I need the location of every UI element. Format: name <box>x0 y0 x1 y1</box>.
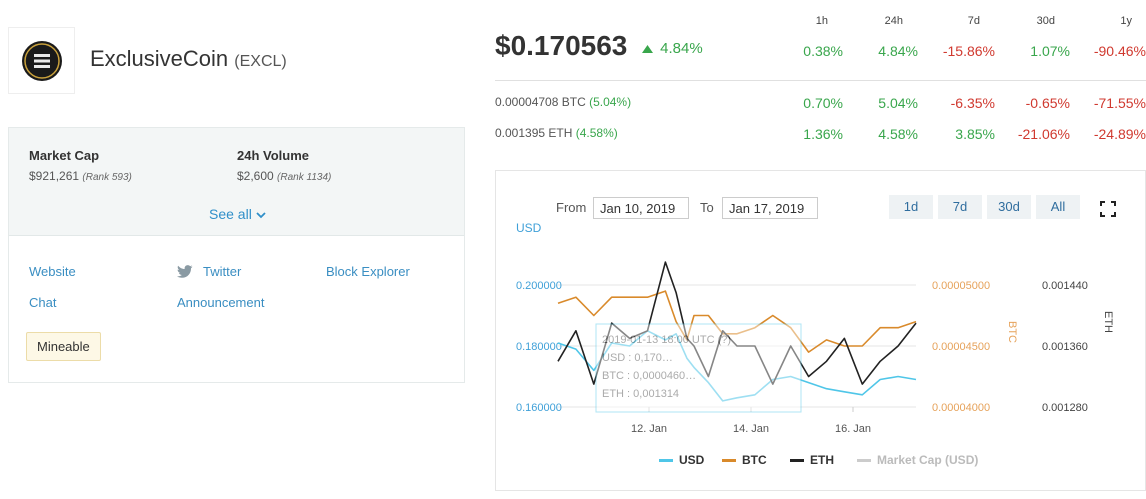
tooltip-date: 2019-01-13 18:00 UTC (?) <box>602 334 731 346</box>
tooltip-eth: ETH : 0,001314 <box>602 388 679 400</box>
chat-link[interactable]: Chat <box>29 295 56 310</box>
exclusivecoin-logo-icon <box>21 40 62 81</box>
eth-axis-title: ETH <box>1102 311 1114 333</box>
usd-tick-label: 0.200000 <box>516 280 562 292</box>
chevron-down-icon <box>256 212 266 219</box>
change-btc-1h: 0.70% <box>803 95 843 111</box>
legend-market-cap-label: Market Cap (USD) <box>877 453 979 467</box>
change-usd-1h: 0.38% <box>803 43 843 59</box>
legend-market-cap-swatch <box>857 458 871 462</box>
mineable-tag[interactable]: Mineable <box>26 332 101 361</box>
eth-tick-label: 0.001440 <box>1042 280 1088 292</box>
period-head-24h: 24h <box>884 15 903 27</box>
x-tick-label: 14. Jan <box>733 423 769 435</box>
divider <box>495 80 1146 81</box>
price-chart-panel: From To 1d 7d 30d All USD BTC ETH 0.2000… <box>495 170 1146 491</box>
legend-usd-label: USD <box>679 453 705 467</box>
usd-tick-label: 0.180000 <box>516 341 562 353</box>
twitter-link[interactable]: Twitter <box>177 264 241 279</box>
legend-usd[interactable]: USD <box>659 453 704 467</box>
btc-pair-value: 0.00004708 BTC <box>495 95 586 109</box>
market-cap-rank: (Rank 593) <box>82 172 132 183</box>
legend-btc[interactable]: BTC <box>722 453 767 467</box>
period-head-1h: 1h <box>815 15 828 27</box>
eth-pair-value: 0.001395 ETH <box>495 126 573 140</box>
volume-rank: (Rank 1134) <box>277 172 332 183</box>
x-tick-label: 12. Jan <box>631 423 667 435</box>
legend-eth-label: ETH <box>810 453 834 467</box>
eth-pair-price: 0.001395 ETH (4.58%) <box>495 126 618 140</box>
change-btc-1y: -71.55% <box>1093 95 1146 111</box>
btc-pair-change: (5.04%) <box>589 95 632 109</box>
twitter-link-label: Twitter <box>203 264 242 279</box>
x-tick-label: 16. Jan <box>835 423 871 435</box>
volume-amount: $2,600 <box>237 169 274 183</box>
see-all-link[interactable]: See all <box>209 206 266 222</box>
usd-tick-label: 0.160000 <box>516 402 562 414</box>
btc-tick-label: 0.00005000 <box>932 280 990 292</box>
change-eth-1y: -24.89% <box>1093 126 1146 142</box>
coin-name: ExclusiveCoin <box>90 46 229 71</box>
coin-logo <box>8 27 75 94</box>
legend-market-cap[interactable]: Market Cap (USD) <box>857 453 978 467</box>
price-change: 4.84% <box>642 40 703 57</box>
btc-pair-price: 0.00004708 BTC (5.04%) <box>495 95 631 109</box>
market-cap-label: Market Cap <box>29 148 100 163</box>
website-link[interactable]: Website <box>29 264 76 279</box>
legend-usd-swatch <box>659 458 673 462</box>
change-eth-7d: 3.85% <box>955 126 995 142</box>
market-cap-value: $921,261 (Rank 593) <box>29 169 132 183</box>
btc-tick-label: 0.00004000 <box>932 402 990 414</box>
legend-btc-label: BTC <box>742 453 767 467</box>
usd-axis-title: USD <box>516 221 542 235</box>
period-head-1y: 1y <box>1120 15 1132 27</box>
btc-axis-title: BTC <box>1006 321 1018 343</box>
tooltip-btc: BTC : 0,0000460… <box>602 370 696 382</box>
legend-btc-swatch <box>722 458 736 462</box>
change-btc-30d: -0.65% <box>1025 95 1070 111</box>
volume-value: $2,600 (Rank 1134) <box>237 169 331 183</box>
announcement-link[interactable]: Announcement <box>177 295 264 310</box>
coin-symbol: (EXCL) <box>234 53 287 70</box>
volume-label: 24h Volume <box>237 148 310 163</box>
change-eth-30d: -21.06% <box>1017 126 1070 142</box>
change-usd-30d: 1.07% <box>1030 43 1070 59</box>
legend-eth-swatch <box>790 458 804 462</box>
btc-tick-label: 0.00004500 <box>932 341 990 353</box>
market-cap-amount: $921,261 <box>29 169 80 183</box>
period-head-7d: 7d <box>967 15 980 27</box>
change-eth-1h: 1.36% <box>803 126 843 142</box>
stats-panel: Market Cap $921,261 (Rank 593) 24h Volum… <box>8 127 465 383</box>
chart-tooltip: 2019-01-13 18:00 UTC (?) USD : 0,170… BT… <box>595 323 802 413</box>
triangle-up-icon <box>642 45 653 53</box>
price-value: $0.170563 <box>495 30 628 61</box>
block-explorer-link[interactable]: Block Explorer <box>326 264 410 279</box>
eth-pair-change: (4.58%) <box>575 126 618 140</box>
change-usd-7d: -15.86% <box>942 43 995 59</box>
eth-tick-label: 0.001280 <box>1042 402 1088 414</box>
tooltip-usd: USD : 0,170… <box>602 352 673 364</box>
coin-title: ExclusiveCoin (EXCL) <box>90 46 287 72</box>
legend-eth[interactable]: ETH <box>790 453 834 467</box>
change-eth-24h: 4.58% <box>878 126 918 142</box>
stats-summary: Market Cap $921,261 (Rank 593) 24h Volum… <box>9 128 464 236</box>
eth-tick-label: 0.001360 <box>1042 341 1088 353</box>
twitter-icon <box>177 265 193 278</box>
change-usd-1y: -90.46% <box>1093 43 1146 59</box>
price-chart: USD BTC ETH 0.200000 0.180000 0.160000 0.00… <box>516 221 1114 435</box>
change-btc-24h: 5.04% <box>878 95 918 111</box>
change-btc-7d: -6.35% <box>950 95 995 111</box>
period-head-30d: 30d <box>1036 15 1055 27</box>
see-all-label: See all <box>209 206 252 222</box>
change-usd-24h: 4.84% <box>878 43 918 59</box>
price-change-value: 4.84% <box>660 40 703 57</box>
